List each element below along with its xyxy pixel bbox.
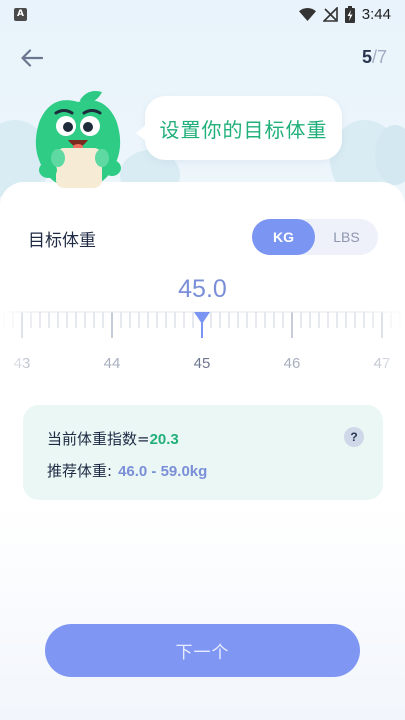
- status-time: 3:44: [361, 5, 391, 23]
- weight-value: 45.0: [178, 275, 227, 303]
- no-signal-icon: [322, 6, 338, 22]
- back-button[interactable]: [18, 46, 46, 70]
- bmi-value: 20.3: [149, 431, 179, 448]
- ruler-label: 44: [104, 355, 121, 372]
- unit-kg-button[interactable]: KG: [252, 219, 315, 255]
- unit-lbs-button[interactable]: LBS: [315, 219, 378, 255]
- bmi-info-card: 当前体重指数=20.3 推荐体重: 46.0 - 59.0kg ?: [23, 405, 383, 500]
- app-notification-icon: A: [14, 7, 27, 21]
- battery-charging-icon: [344, 5, 355, 23]
- bubble-text: 设置你的目标体重: [159, 117, 328, 142]
- ruler-label: 46: [284, 355, 301, 372]
- weight-ruler-slider[interactable]: 43 44 45 46 47: [0, 308, 405, 378]
- unit-toggle: KG LBS: [252, 219, 378, 255]
- range-value: 46.0 - 59.0kg: [118, 463, 208, 480]
- arrow-left-icon: [21, 49, 43, 67]
- target-weight-title: 目标体重: [28, 231, 96, 251]
- bmi-label: 当前体重指数=: [47, 430, 150, 448]
- ruler-label: 43: [14, 355, 31, 372]
- status-bar: A 3:44: [0, 0, 405, 28]
- range-label: 推荐体重:: [47, 462, 113, 480]
- step-indicator: 5/7: [362, 47, 387, 68]
- recommended-weight-row: 推荐体重: 46.0 - 59.0kg: [47, 460, 207, 481]
- ruler-label: 45: [194, 355, 211, 372]
- wifi-icon: [298, 7, 316, 21]
- step-total: 7: [376, 47, 387, 67]
- mascot-apple-icon: [22, 86, 134, 198]
- step-current: 5: [361, 47, 372, 67]
- ruler-label: 47: [374, 355, 391, 372]
- next-button[interactable]: 下一个: [45, 624, 360, 677]
- bmi-row: 当前体重指数=20.3: [47, 428, 179, 449]
- help-icon[interactable]: ?: [344, 427, 364, 447]
- speech-bubble: 设置你的目标体重: [136, 96, 342, 160]
